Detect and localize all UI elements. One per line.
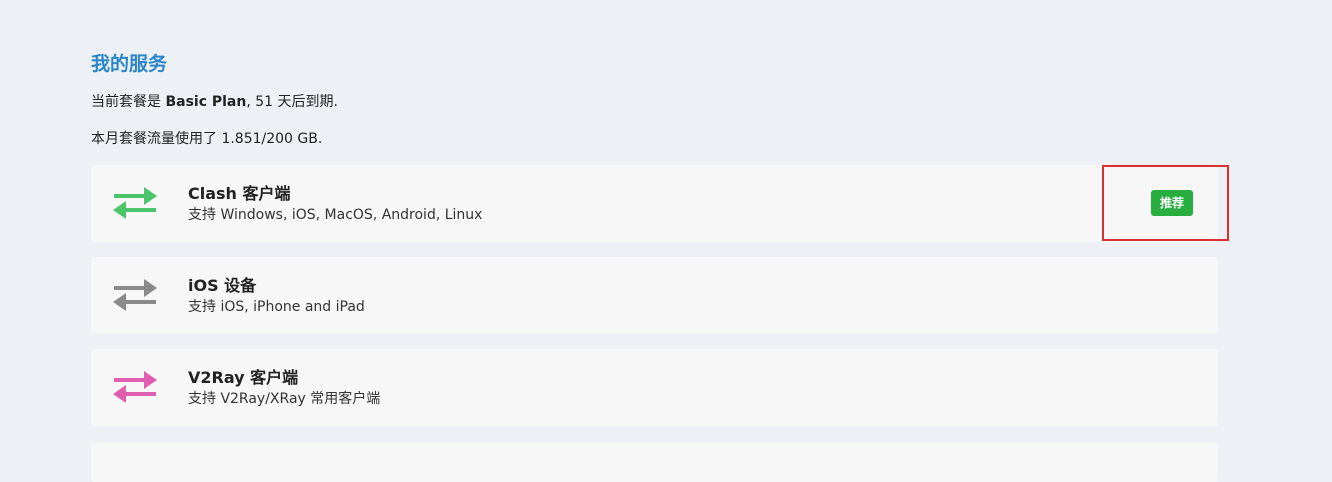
client-description: 支持 Windows, iOS, MacOS, Android, Linux: [188, 207, 483, 223]
client-card-v2ray[interactable]: V2Ray 客户端 支持 V2Ray/XRay 常用客户端: [91, 349, 1218, 426]
client-card-clash[interactable]: Clash 客户端 支持 Windows, iOS, MacOS, Androi…: [91, 165, 1229, 242]
plan-name: Basic Plan: [165, 94, 247, 110]
client-description: 支持 iOS, iPhone and iPad: [188, 299, 365, 315]
plan-expiry-text: 当前套餐是 Basic Plan, 51 天后到期.: [91, 91, 338, 111]
client-description: 支持 V2Ray/XRay 常用客户端: [188, 391, 381, 407]
swap-arrows-icon: [113, 279, 157, 311]
swap-arrows-icon: [113, 187, 157, 219]
client-name: iOS 设备: [188, 276, 257, 295]
client-name: Clash 客户端: [188, 184, 291, 203]
traffic-usage-text: 本月套餐流量使用了 1.851/200 GB.: [91, 131, 323, 147]
recommended-badge: 推荐: [1151, 190, 1194, 216]
swap-arrows-icon: [113, 371, 157, 403]
client-card-next[interactable]: [91, 442, 1218, 482]
plan-prefix: 当前套餐是: [91, 94, 166, 110]
client-name: V2Ray 客户端: [188, 368, 299, 387]
plan-suffix: , 51 天后到期.: [246, 94, 338, 110]
section-title: 我的服务: [91, 53, 168, 75]
client-card-ios[interactable]: iOS 设备 支持 iOS, iPhone and iPad: [91, 257, 1218, 334]
